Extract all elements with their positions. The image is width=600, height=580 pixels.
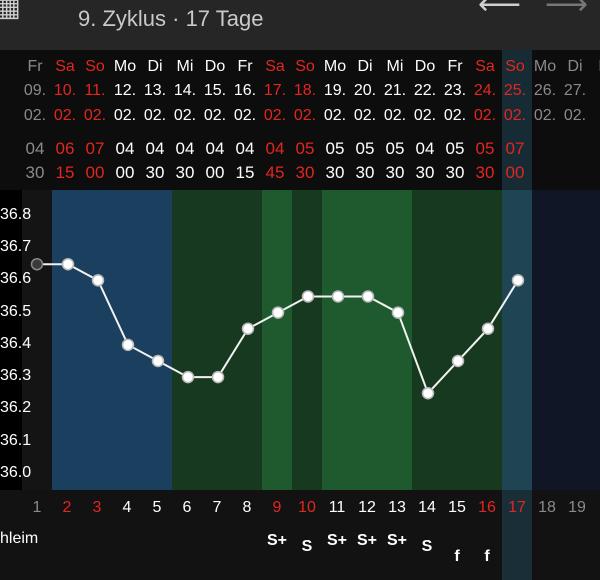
temperature-point[interactable] [241,322,255,335]
temperature-point[interactable] [451,354,465,368]
temperature-point[interactable] [121,338,135,352]
temperature-point[interactable] [61,257,75,271]
temperature-point[interactable] [151,354,165,368]
temperature-point[interactable] [271,306,285,319]
calendar-icon[interactable]: ▦ [0,0,21,22]
temperature-point[interactable] [331,290,345,303]
temperature-point[interactable] [181,370,195,384]
temperature-point[interactable] [421,386,435,400]
temperature-point[interactable] [91,274,105,287]
arrow-left-icon[interactable]: ⟵ [478,0,521,20]
temperature-point[interactable] [391,306,405,319]
temperature-point[interactable] [481,322,495,335]
temperature-point[interactable] [301,290,315,303]
temperature-chart [30,257,525,400]
temperature-point[interactable] [361,290,375,303]
row-label: hleim [0,530,39,547]
temperature-point[interactable] [511,274,525,287]
app-header: ▦ 9. Zyklus · 17 Tage ⟵ ⟶ [0,0,600,50]
cycle-calendar: Fr 09. 02. 04 30 1 Sa 10. 02. 06 15 2 So 11. 02. 07 00 3 M… [0,50,600,580]
temperature-line [37,263,519,396]
temperature-point-start[interactable] [30,257,44,271]
arrow-right-icon[interactable]: ⟶ [545,0,588,20]
temperature-point[interactable] [211,370,225,384]
cycle-title: 9. Zyklus · 17 Tage [78,6,264,31]
